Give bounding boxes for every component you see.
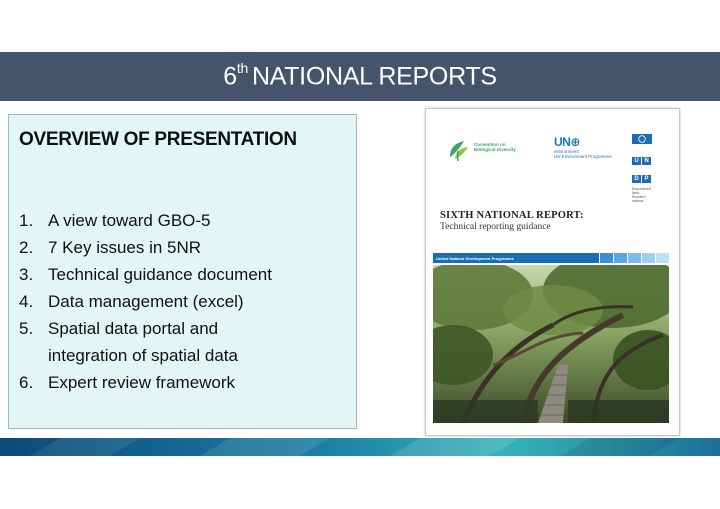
mangrove-photo <box>433 265 669 423</box>
title-number: 6 <box>223 62 237 91</box>
cbd-logo-text: Convention on Biological Diversity <box>474 142 516 152</box>
list-item-text: 7 Key issues in 5NR <box>48 238 202 257</box>
list-item-text: Expert review framework <box>48 373 236 392</box>
undp-logo: UN DP Empowered lives. Resilient nations… <box>632 131 654 203</box>
list-item-number: 3. <box>19 265 34 284</box>
list-item: 5. Spatial data portal and <box>19 315 356 342</box>
slide-title-bar: 6th NATIONAL REPORTS <box>0 52 720 101</box>
list-item: 1. A view toward GBO-5 <box>19 207 356 234</box>
cover-title: SIXTH NATIONAL REPORT: <box>440 210 584 221</box>
list-item-number: 4. <box>19 292 34 311</box>
un-emblem-icon: ⊕ <box>570 135 580 149</box>
list-item-number <box>19 342 48 369</box>
title-superscript: th <box>236 59 248 76</box>
list-item-text: Data management (excel) <box>48 292 244 311</box>
list-item-number: 2. <box>19 238 34 257</box>
cbd-logo-icon <box>450 141 468 161</box>
list-item-text: Spatial data portal and <box>48 319 219 338</box>
list-item: 3. Technical guidance document <box>19 261 356 288</box>
list-item-number: 1. <box>19 211 34 230</box>
bottom-decorative-band <box>0 438 720 456</box>
list-item-number: 5. <box>19 319 34 338</box>
report-cover-image: Convention on Biological Diversity UN⊕ e… <box>425 108 680 436</box>
overview-list: 1. A view toward GBO-5 2. 7 Key issues in 5… <box>19 207 356 396</box>
list-item: 4. Data management (excel) <box>19 288 356 315</box>
cover-strip: United Nations Development Programme <box>433 253 669 263</box>
title-text: NATIONAL REPORTS <box>251 62 497 91</box>
list-item: 2. 7 Key issues in 5NR <box>19 234 356 261</box>
list-item: integration of spatial data <box>19 342 356 369</box>
un-environment-logo: UN⊕ environment UN Environment Programme <box>554 135 612 159</box>
overview-box: OVERVIEW OF PRESENTATION 1. A view toward… <box>8 114 357 429</box>
list-item-text: Technical guidance document <box>48 265 272 284</box>
list-item-text: A view toward GBO-5 <box>48 211 211 230</box>
list-item-text: integration of spatial data <box>48 346 238 365</box>
list-item-number: 6. <box>19 373 34 392</box>
un-emblem-icon <box>632 134 652 144</box>
overview-heading: OVERVIEW OF PRESENTATION <box>19 129 297 150</box>
slide-title: 6th NATIONAL REPORTS <box>223 59 497 91</box>
cover-subtitle: Technical reporting guidance <box>440 222 551 232</box>
list-item: 6. Expert review framework <box>19 369 356 396</box>
